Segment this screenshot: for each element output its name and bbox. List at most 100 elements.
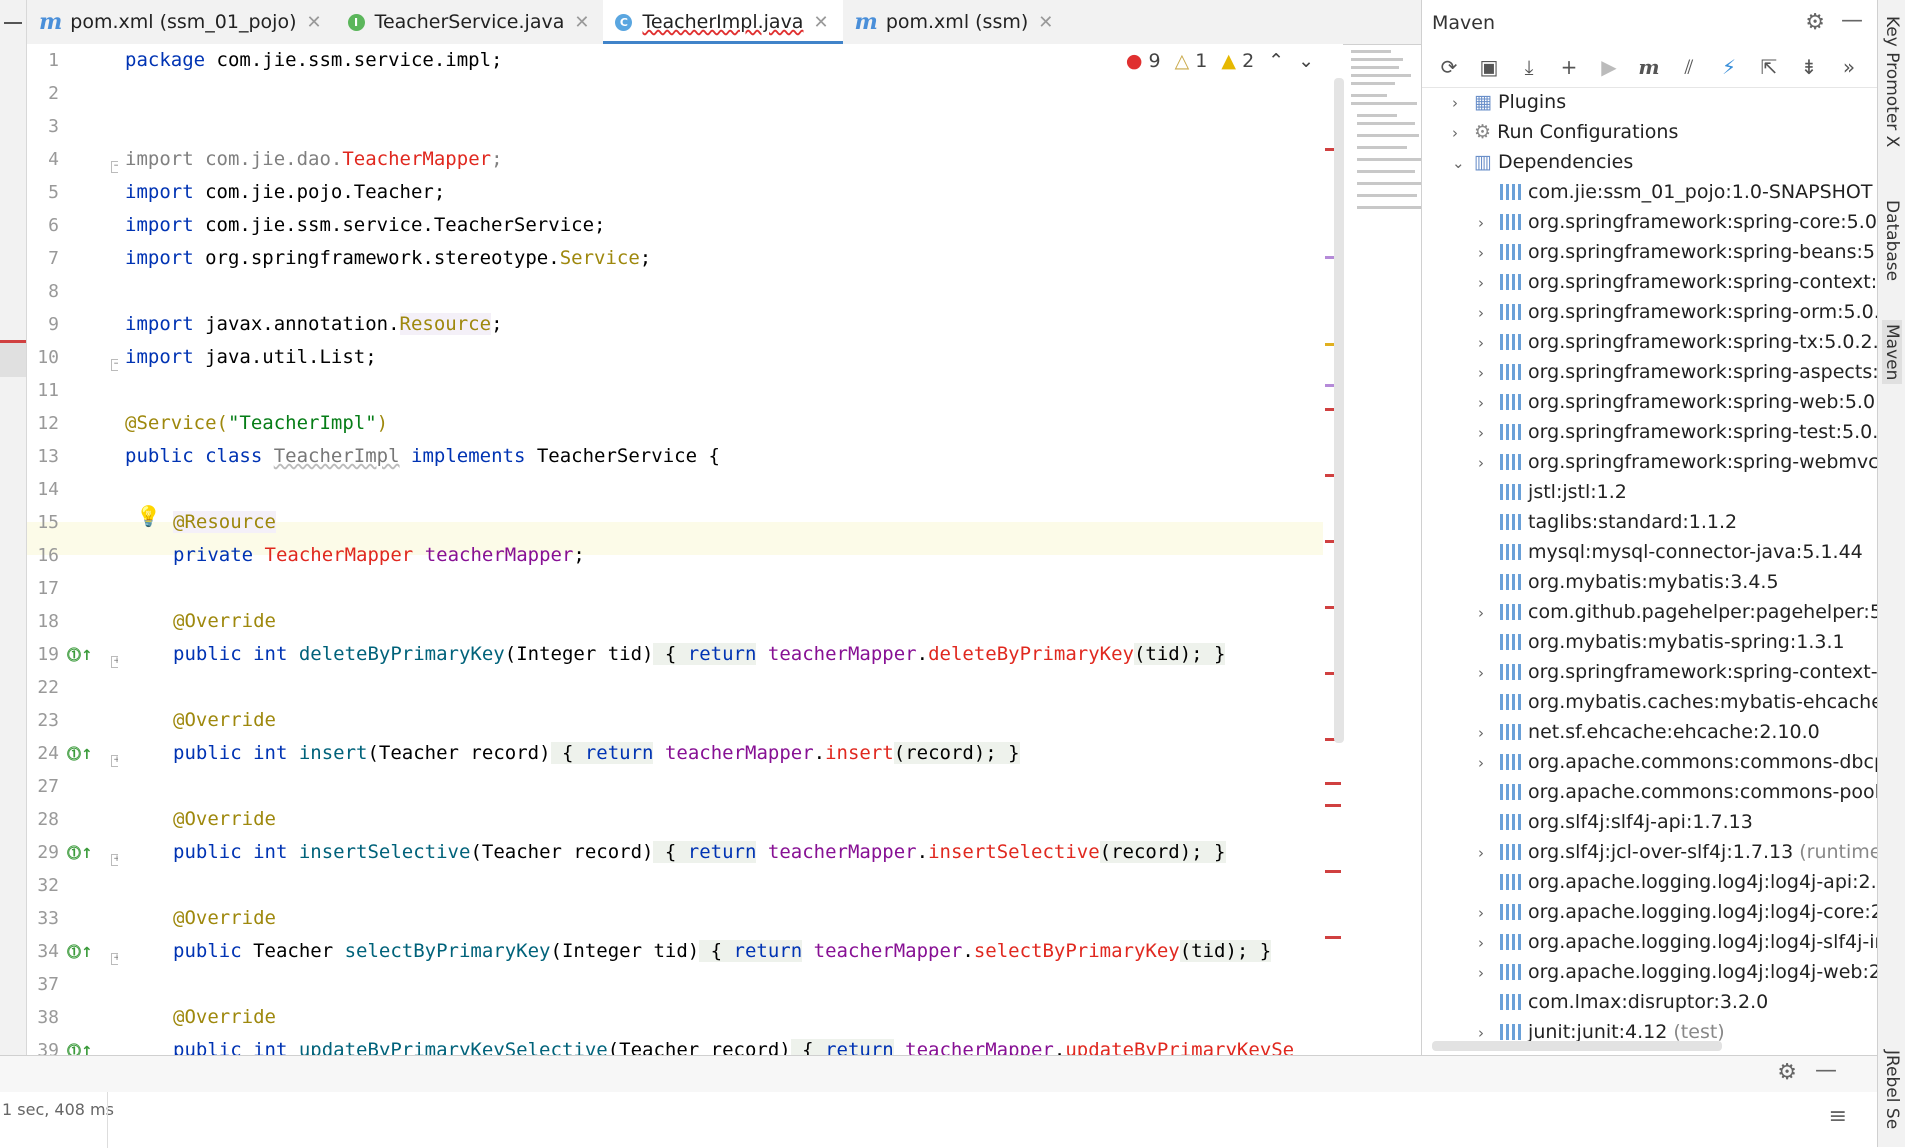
gear-icon[interactable]: ⚙	[1777, 1060, 1797, 1085]
collapse-all-icon[interactable]: ⇟	[1796, 55, 1822, 79]
add-icon[interactable]: +	[1556, 55, 1582, 79]
dependency-item[interactable]: › org.springframework:spring-context-su	[1478, 657, 1877, 687]
error-marker[interactable]	[1325, 782, 1341, 785]
more-icon[interactable]: »	[1836, 55, 1862, 79]
maven-tab[interactable]: Maven	[1882, 320, 1902, 385]
maven-horizontal-scrollbar[interactable]	[1432, 1041, 1722, 1051]
dependency-item[interactable]: com.lmax:disruptor:3.2.0	[1478, 987, 1768, 1017]
dependency-item[interactable]: › org.springframework:spring-tx:5.0.2.RE	[1478, 327, 1877, 357]
tab-teacher-impl[interactable]: C TeacherImpl.java ✕	[603, 0, 843, 45]
reimport-folder-icon[interactable]: ▣	[1476, 55, 1502, 79]
lightbulb-icon[interactable]: 💡	[136, 504, 161, 528]
chevron-right-icon[interactable]: ›	[1452, 118, 1468, 148]
skip-tests-icon[interactable]: ⚡	[1716, 55, 1742, 79]
chevron-right-icon[interactable]: ›	[1452, 88, 1468, 118]
run-icon[interactable]: ▶	[1596, 55, 1622, 79]
show-dependencies-icon[interactable]: ⇱	[1756, 55, 1782, 79]
implements-method-icon[interactable]: ⓵↑	[67, 942, 93, 962]
chevron-right-icon[interactable]: ›	[1478, 958, 1494, 988]
dependency-item[interactable]: jstl:jstl:1.2	[1478, 477, 1627, 507]
chevron-right-icon[interactable]: ›	[1478, 298, 1494, 328]
jrebel-tab[interactable]: JRebel Se	[1882, 1050, 1902, 1129]
tree-node-dependencies[interactable]: ⌄ ▥ Dependencies	[1452, 147, 1633, 177]
dependency-item[interactable]: org.mybatis:mybatis:3.4.5	[1478, 567, 1779, 597]
dependency-item[interactable]: › org.springframework:spring-core:5.0.2.…	[1478, 207, 1877, 237]
inspection-widget[interactable]: ● 9 △ 1 ▲ 2 ⌃ ⌄	[1126, 50, 1314, 72]
chevron-right-icon[interactable]: ›	[1478, 328, 1494, 358]
dependency-item[interactable]: taglibs:standard:1.1.2	[1478, 507, 1737, 537]
dependency-item[interactable]: › org.springframework:spring-test:5.0.2.…	[1478, 417, 1877, 447]
dependency-item[interactable]: org.apache.logging.log4j:log4j-api:2.9.	[1478, 867, 1877, 897]
dependency-item[interactable]: mysql:mysql-connector-java:5.1.44	[1478, 537, 1863, 567]
dependency-item[interactable]: › org.apache.logging.log4j:log4j-slf4j-i…	[1478, 927, 1877, 957]
previous-highlight-icon[interactable]: ⌃	[1268, 50, 1284, 72]
close-icon[interactable]: ✕	[1038, 12, 1053, 33]
error-marker[interactable]	[1325, 804, 1341, 807]
minimize-icon[interactable]: —	[1815, 1058, 1837, 1083]
dependency-item[interactable]: › org.springframework:spring-beans:5.0.2	[1478, 237, 1877, 267]
warning-count[interactable]: ▲ 2	[1221, 50, 1254, 72]
dependency-item[interactable]: › org.apache.commons:commons-dbcp2	[1478, 747, 1877, 777]
toggle-offline-icon[interactable]: ⫽	[1676, 55, 1702, 79]
dependency-item[interactable]: › org.springframework:spring-context:5.0	[1478, 267, 1877, 297]
error-count[interactable]: ● 9	[1126, 50, 1161, 72]
next-highlight-icon[interactable]: ⌄	[1298, 50, 1314, 72]
dependency-item[interactable]: com.jie:ssm_01_pojo:1.0-SNAPSHOT	[1478, 177, 1873, 207]
code-editor[interactable]: ● 9 △ 1 ▲ 2 ⌃ ⌄ package com.jie.ssm.serv…	[118, 44, 1334, 1055]
close-icon[interactable]: ✕	[306, 12, 321, 33]
chevron-right-icon[interactable]: ›	[1478, 208, 1494, 238]
chevron-right-icon[interactable]: ›	[1478, 898, 1494, 928]
tree-node-plugins[interactable]: › ▦ Plugins	[1452, 87, 1566, 117]
tree-node-run-configurations[interactable]: › ⚙ Run Configurations	[1452, 117, 1678, 147]
chevron-right-icon[interactable]: ›	[1478, 418, 1494, 448]
dependency-item[interactable]: › org.slf4j:jcl-over-slf4j:1.7.13 (runti…	[1478, 837, 1877, 867]
implements-method-icon[interactable]: ⓵↑	[67, 744, 93, 764]
minimize-icon[interactable]: —	[1841, 8, 1863, 33]
gear-icon[interactable]: ⚙	[1805, 10, 1825, 35]
download-icon[interactable]: ⤓	[1516, 55, 1542, 79]
close-icon[interactable]: ✕	[813, 12, 828, 33]
collapse-icon[interactable]	[4, 22, 22, 24]
dependency-item[interactable]: › org.springframework:spring-web:5.0.2.I	[1478, 387, 1877, 417]
error-marker[interactable]	[1325, 870, 1341, 873]
implements-method-icon[interactable]: ⓵↑	[67, 843, 93, 863]
dependency-item[interactable]: › org.apache.logging.log4j:log4j-web:2.9	[1478, 957, 1877, 987]
error-marker[interactable]	[1325, 936, 1341, 939]
code-minimap[interactable]	[1347, 44, 1421, 224]
database-tab[interactable]: Database	[1882, 200, 1902, 281]
editor-gutter[interactable]: 1 2 3 4 5 6 7 8 9 10 11 12 13 14 15 16 1…	[27, 44, 119, 1055]
implements-method-icon[interactable]: ⓵↑	[67, 645, 93, 665]
tab-teacher-service[interactable]: I TeacherService.java ✕	[336, 0, 604, 44]
dependency-item[interactable]: org.mybatis:mybatis-spring:1.3.1	[1478, 627, 1845, 657]
tab-pom-ssm[interactable]: m pom.xml (ssm) ✕	[843, 0, 1068, 44]
weak-warning-count[interactable]: △ 1	[1175, 50, 1208, 72]
dependency-item[interactable]: org.mybatis.caches:mybatis-ehcache:1.	[1478, 687, 1877, 717]
tab-pom-ssm-01-pojo[interactable]: m pom.xml (ssm_01_pojo) ✕	[27, 0, 336, 44]
dependency-item[interactable]: org.slf4j:slf4j-api:1.7.13	[1478, 807, 1753, 837]
chevron-right-icon[interactable]: ›	[1478, 928, 1494, 958]
soft-wrap-icon[interactable]: ≡	[1829, 1104, 1847, 1129]
chevron-right-icon[interactable]: ›	[1478, 448, 1494, 478]
chevron-right-icon[interactable]: ›	[1478, 268, 1494, 298]
key-promoter-tab[interactable]: Key Promoter X	[1882, 16, 1902, 147]
dependency-item[interactable]: › org.springframework:spring-aspects:5.0	[1478, 357, 1877, 387]
editor-scrollbar[interactable]	[1334, 78, 1344, 743]
dependency-item[interactable]: org.apache.commons:commons-pool2:	[1478, 777, 1877, 807]
dependency-item[interactable]: › org.apache.logging.log4j:log4j-core:2.…	[1478, 897, 1877, 927]
implements-method-icon[interactable]: ⓵↑	[67, 1041, 93, 1055]
chevron-right-icon[interactable]: ›	[1478, 388, 1494, 418]
chevron-right-icon[interactable]: ›	[1478, 718, 1494, 748]
dependency-item[interactable]: › net.sf.ehcache:ehcache:2.10.0	[1478, 717, 1820, 747]
maven-goal-icon[interactable]: m	[1636, 55, 1662, 79]
dependency-item[interactable]: › com.github.pagehelper:pagehelper:5.1.	[1478, 597, 1877, 627]
reload-icon[interactable]: ⟳	[1436, 55, 1462, 79]
dependency-item[interactable]: › org.springframework:spring-webmvc:5.	[1478, 447, 1877, 477]
chevron-down-icon[interactable]: ⌄	[1452, 148, 1468, 178]
dependency-item[interactable]: › org.springframework:spring-orm:5.0.2.F	[1478, 297, 1877, 327]
chevron-right-icon[interactable]: ›	[1478, 748, 1494, 778]
chevron-right-icon[interactable]: ›	[1478, 838, 1494, 868]
chevron-right-icon[interactable]: ›	[1478, 358, 1494, 388]
close-icon[interactable]: ✕	[574, 12, 589, 33]
chevron-right-icon[interactable]: ›	[1478, 238, 1494, 268]
chevron-right-icon[interactable]: ›	[1478, 658, 1494, 688]
